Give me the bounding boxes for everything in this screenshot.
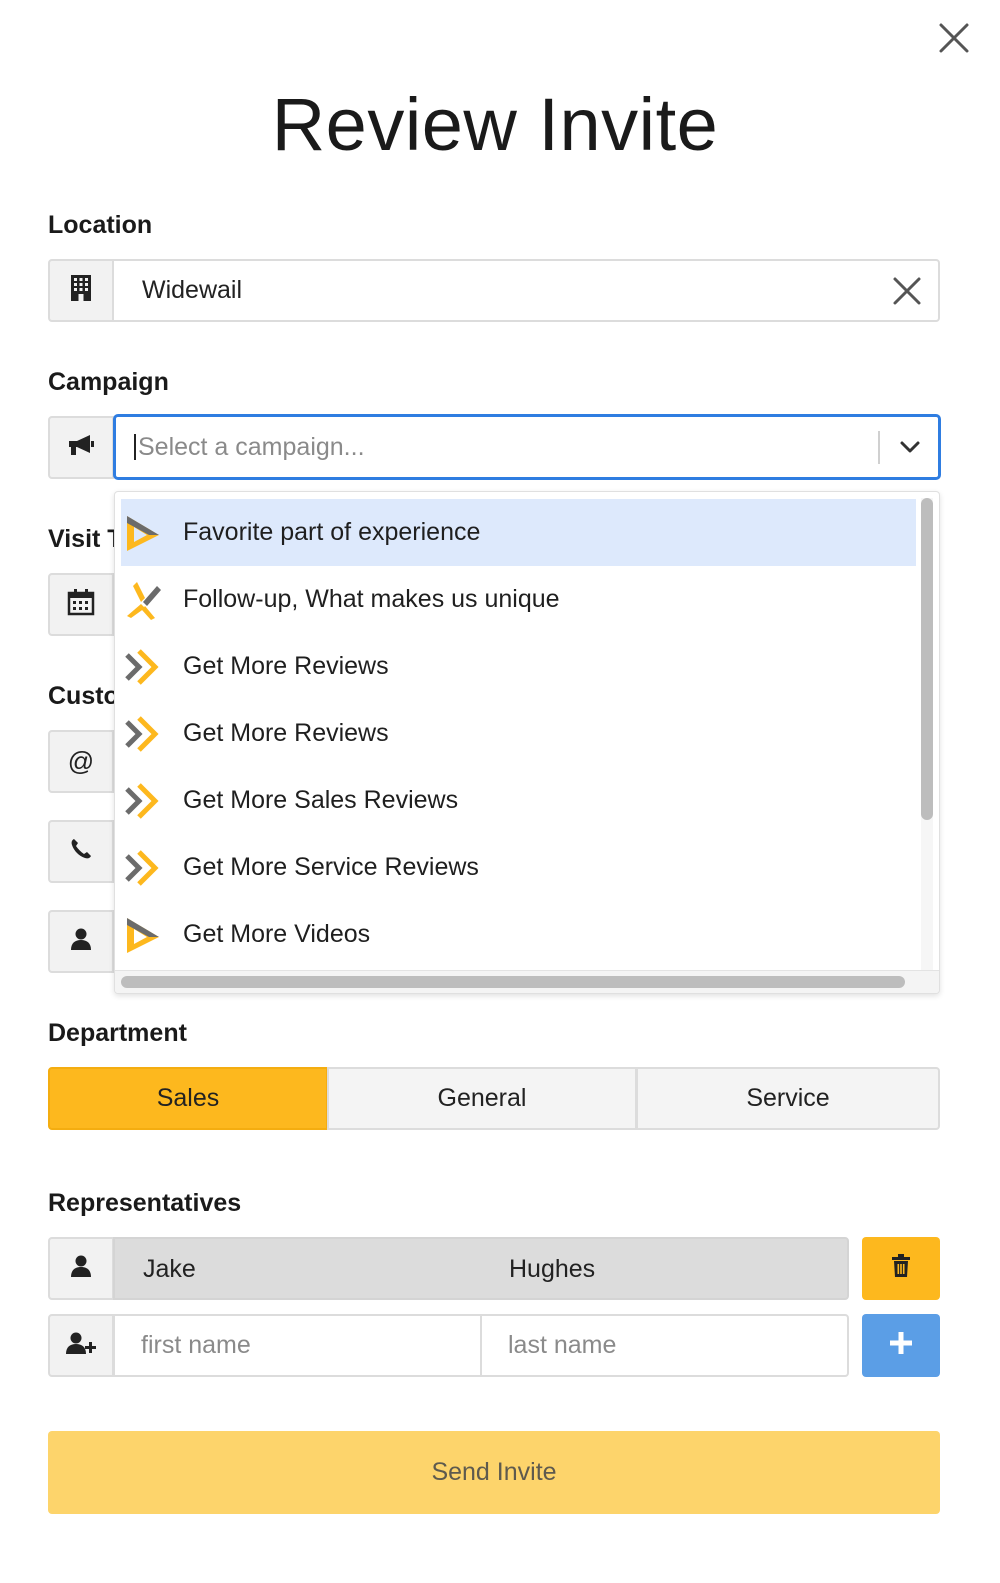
first-name-input[interactable] — [113, 1314, 482, 1377]
campaign-addon — [48, 416, 114, 479]
add-representative-addon — [48, 1314, 114, 1377]
campaign-option-label: Get More Videos — [183, 920, 371, 948]
department-option-sales[interactable]: Sales — [48, 1067, 328, 1130]
chevron-down-icon[interactable] — [898, 435, 922, 459]
chevrons-logo-icon — [123, 647, 163, 687]
campaign-option[interactable]: Get More Service Reviews — [121, 834, 916, 901]
location-addon — [48, 259, 114, 322]
campaign-option[interactable]: Follow-up, What makes us unique — [121, 566, 916, 633]
select-separator — [878, 431, 880, 464]
user-icon — [70, 1254, 92, 1283]
customer-label: Custo — [48, 682, 119, 710]
campaign-label: Campaign — [48, 368, 169, 396]
campaign-option[interactable]: Favorite part of experience — [121, 499, 916, 566]
user-plus-icon — [65, 1331, 97, 1360]
campaign-option[interactable]: Get More Videos — [121, 901, 916, 968]
visit-addon — [48, 573, 114, 636]
chevrons-logo-icon — [123, 848, 163, 888]
calendar-icon — [67, 588, 95, 621]
horizontal-scrollbar[interactable] — [121, 976, 905, 988]
close-icon[interactable] — [936, 20, 972, 56]
add-representative-button[interactable] — [862, 1314, 940, 1377]
plus-icon — [890, 1332, 912, 1359]
play-logo-icon — [123, 513, 163, 553]
campaign-option[interactable]: Get More Reviews — [121, 633, 916, 700]
play-logo-icon — [123, 915, 163, 955]
visit-type-label: Visit T — [48, 525, 123, 553]
representatives-label: Representatives — [48, 1189, 242, 1217]
representative-last-name: Hughes — [509, 1255, 596, 1283]
at-icon: @ — [67, 746, 95, 776]
campaign-dropdown-menu[interactable]: Favorite part of experience Follow-up, W… — [114, 491, 940, 994]
representative-addon — [48, 1237, 114, 1300]
clear-icon[interactable] — [892, 276, 922, 306]
phone-icon — [69, 837, 93, 866]
send-invite-button[interactable]: Send Invite — [48, 1431, 940, 1514]
bullhorn-icon — [66, 433, 96, 462]
vertical-scrollbar[interactable] — [921, 498, 933, 820]
campaign-option[interactable]: Get More Reviews — [121, 700, 916, 767]
building-icon — [70, 274, 92, 307]
campaign-option-label: Follow-up, What makes us unique — [183, 585, 560, 613]
campaign-option-label: Get More Sales Reviews — [183, 786, 459, 814]
chevrons-logo-icon — [123, 714, 163, 754]
star-logo-icon — [123, 580, 163, 620]
page-title: Review Invite — [271, 83, 719, 166]
campaign-option-label: Get More Reviews — [183, 652, 389, 680]
campaign-option[interactable]: Get More Sales Reviews — [121, 767, 916, 834]
campaign-option-label: Get More Service Reviews — [183, 853, 479, 881]
department-option-general[interactable]: General — [327, 1067, 637, 1130]
representative-row: Jake Hughes — [113, 1237, 849, 1300]
trash-icon — [891, 1254, 911, 1283]
location-label: Location — [48, 211, 153, 239]
department-option-service[interactable]: Service — [636, 1067, 940, 1130]
location-select[interactable]: Widewail — [112, 259, 940, 322]
campaign-option-label: Get More Reviews — [183, 719, 389, 747]
campaign-option-label: Favorite part of experience — [183, 518, 481, 546]
last-name-input[interactable] — [480, 1314, 849, 1377]
text-caret — [134, 434, 136, 460]
phone-addon — [48, 820, 114, 883]
name-addon — [48, 910, 114, 973]
campaign-placeholder: Select a campaign... — [138, 432, 365, 461]
department-label: Department — [48, 1019, 187, 1047]
email-addon: @ — [48, 730, 114, 793]
location-value: Widewail — [142, 276, 243, 304]
user-icon — [70, 927, 92, 956]
representative-first-name: Jake — [143, 1255, 196, 1283]
delete-representative-button[interactable] — [862, 1237, 940, 1300]
chevrons-logo-icon — [123, 781, 163, 821]
campaign-select[interactable]: Select a campaign... — [113, 414, 941, 480]
